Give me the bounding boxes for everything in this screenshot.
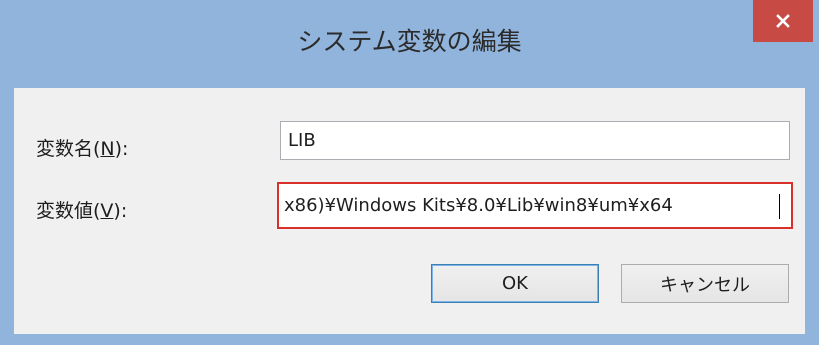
variable-name-label: 変数名(N): [36,138,129,160]
variable-name-input[interactable]: LIB [280,121,790,160]
text-caret [779,194,780,219]
dialog-title: システム変数の編集 [297,27,522,56]
title-bar[interactable]: システム変数の編集 [0,0,819,88]
cancel-button[interactable]: キャンセル [621,264,789,303]
dialog-body: 変数名(N): LIB 変数値(V): x86)¥Windows Kits¥8.… [14,88,805,334]
edit-system-variable-dialog: システム変数の編集 変数名(N): LIB 変数値(V): x86)¥Windo… [0,0,819,345]
close-button[interactable] [753,0,813,42]
close-icon [776,14,790,28]
variable-value-label: 変数値(V): [36,200,128,222]
variable-value-input[interactable]: x86)¥Windows Kits¥8.0¥Lib¥win8¥um¥x64 [277,182,793,229]
ok-button[interactable]: OK [431,264,599,303]
